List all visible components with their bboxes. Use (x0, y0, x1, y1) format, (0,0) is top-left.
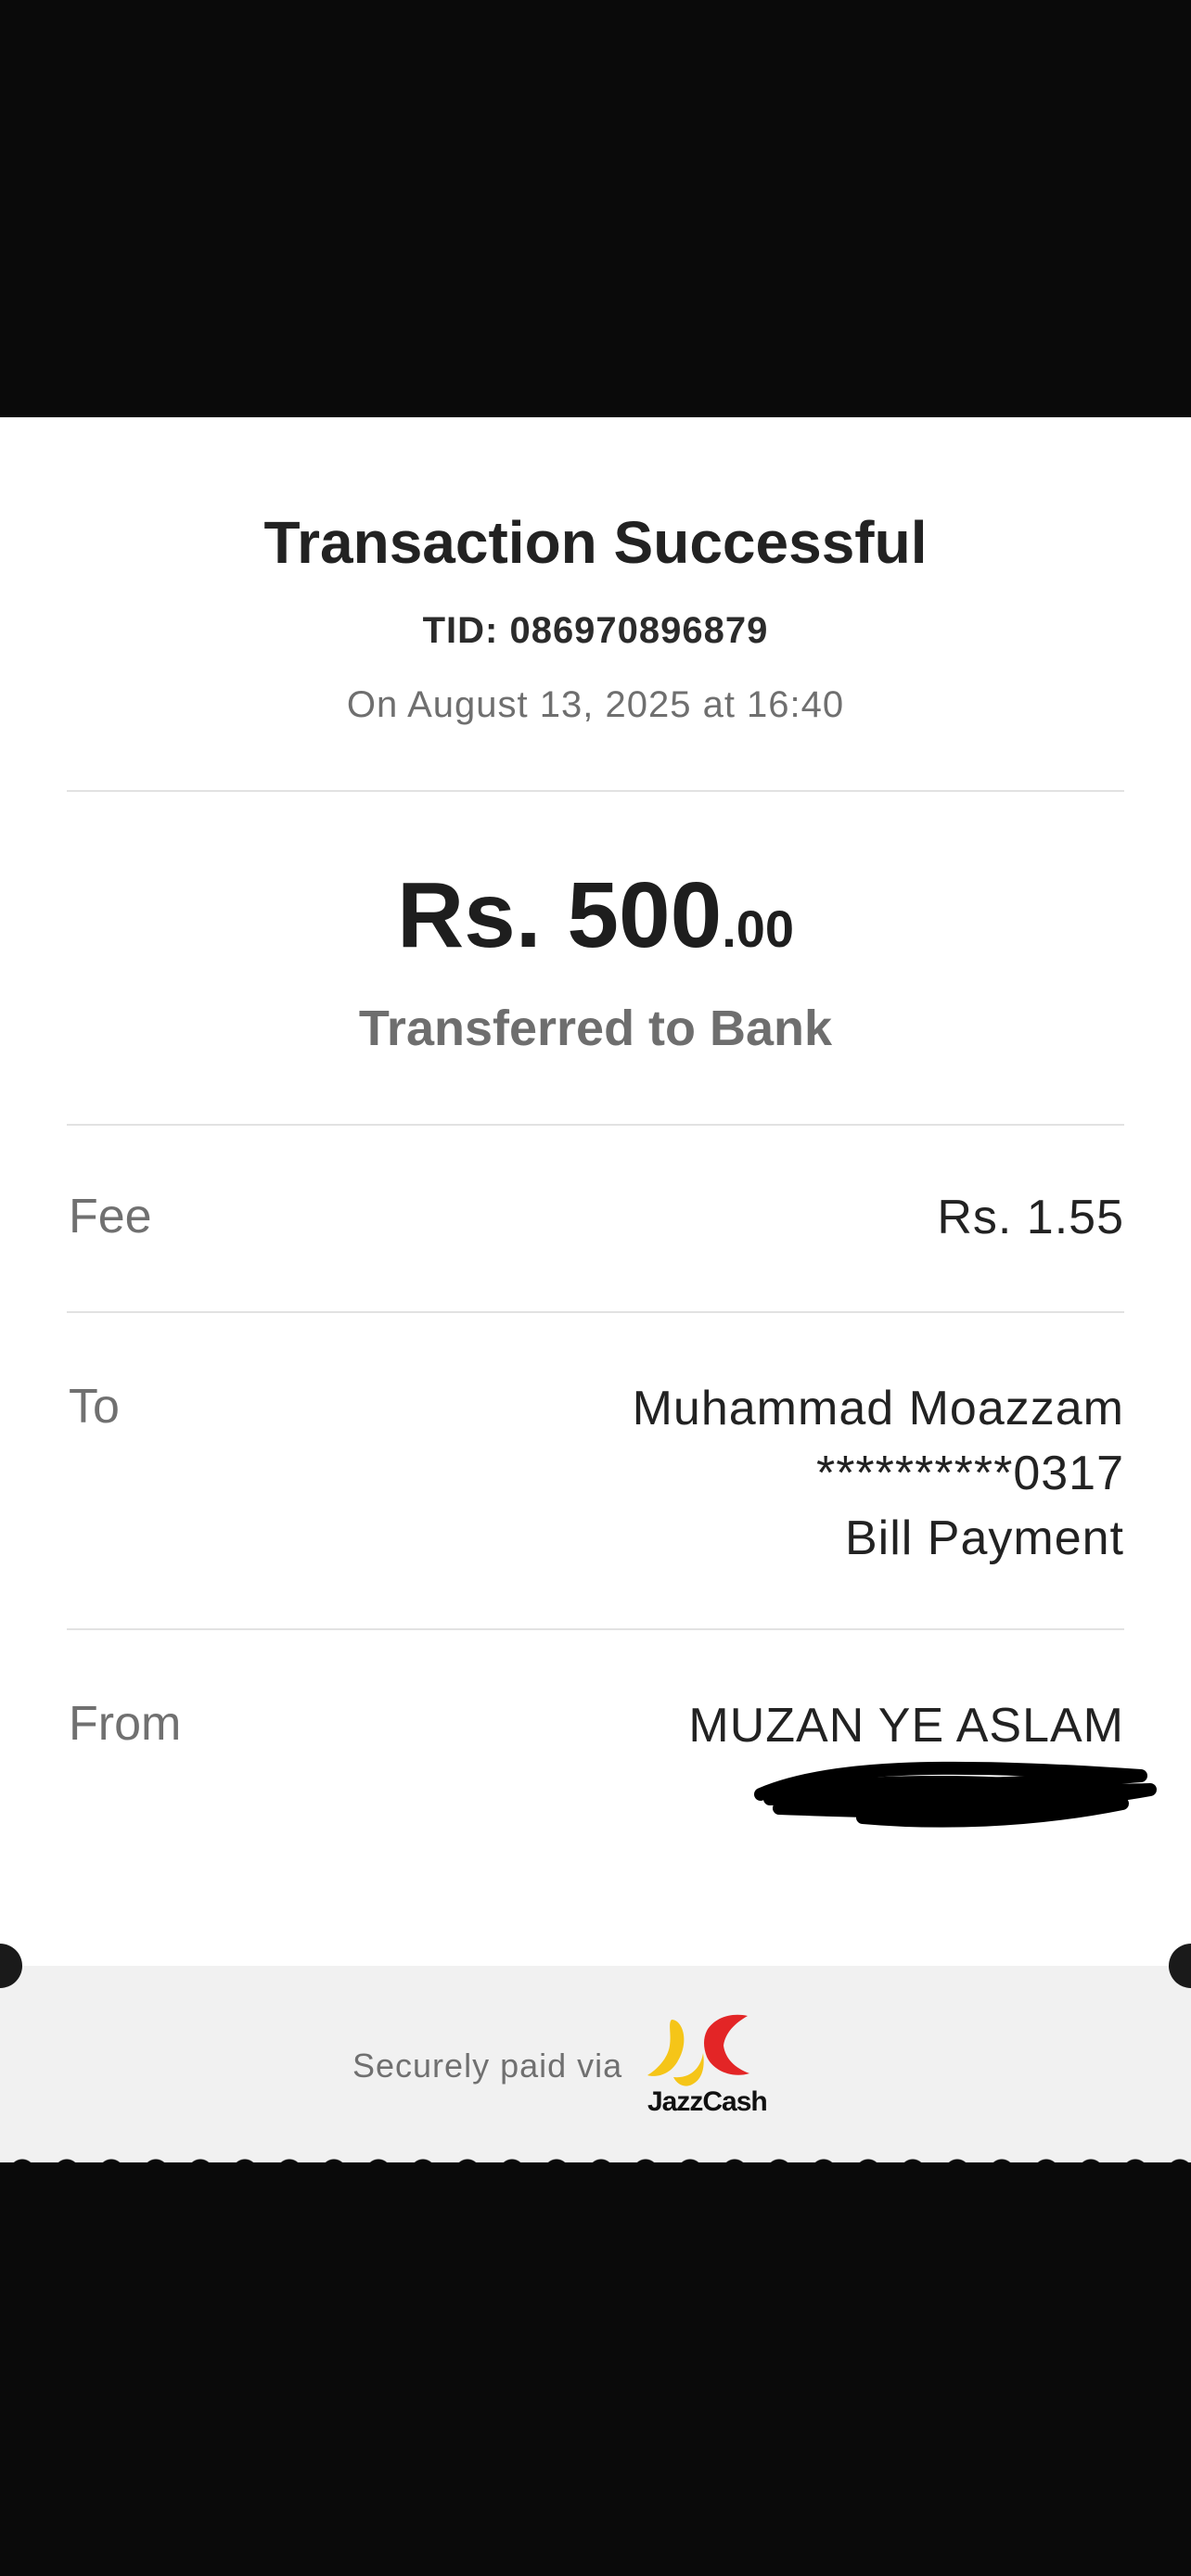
transaction-date: On August 13, 2025 at 16:40 (346, 684, 845, 725)
amount-cents: .00 (722, 899, 795, 958)
recipient-name: Muhammad Moazzam (632, 1382, 1124, 1435)
amount-main: Rs. 500 (396, 863, 723, 967)
divider (67, 1124, 1124, 1126)
payment-type: Bill Payment (845, 1511, 1124, 1565)
from-label: From (69, 1697, 182, 1751)
fee-label: Fee (69, 1190, 152, 1243)
divider (67, 1628, 1124, 1630)
sender-name: MUZAN YE ASLAM (688, 1699, 1124, 1753)
receipt-bottom-edge (0, 2149, 1191, 2172)
fee-value: Rs. 1.55 (937, 1191, 1124, 1244)
redaction-scribble (754, 1761, 1157, 1828)
secure-text: Securely paid via (352, 2047, 623, 2085)
receipt-card (0, 417, 1191, 2161)
transaction-id: TID: 086970896879 (422, 610, 769, 651)
to-details: Muhammad Moazzam **********0317 Bill Pay… (633, 1376, 1124, 1571)
jazzcash-brand: JazzCash (647, 2086, 768, 2117)
page-title: Transaction Successful (263, 509, 928, 576)
divider (67, 1311, 1124, 1313)
divider (67, 790, 1124, 792)
amount: Rs. 500.00 (0, 862, 1191, 969)
recipient-account: **********0317 (815, 1447, 1124, 1500)
receipt-top-edge (0, 399, 1191, 421)
to-label: To (69, 1380, 120, 1434)
transfer-type: Transferred to Bank (358, 1001, 833, 1056)
